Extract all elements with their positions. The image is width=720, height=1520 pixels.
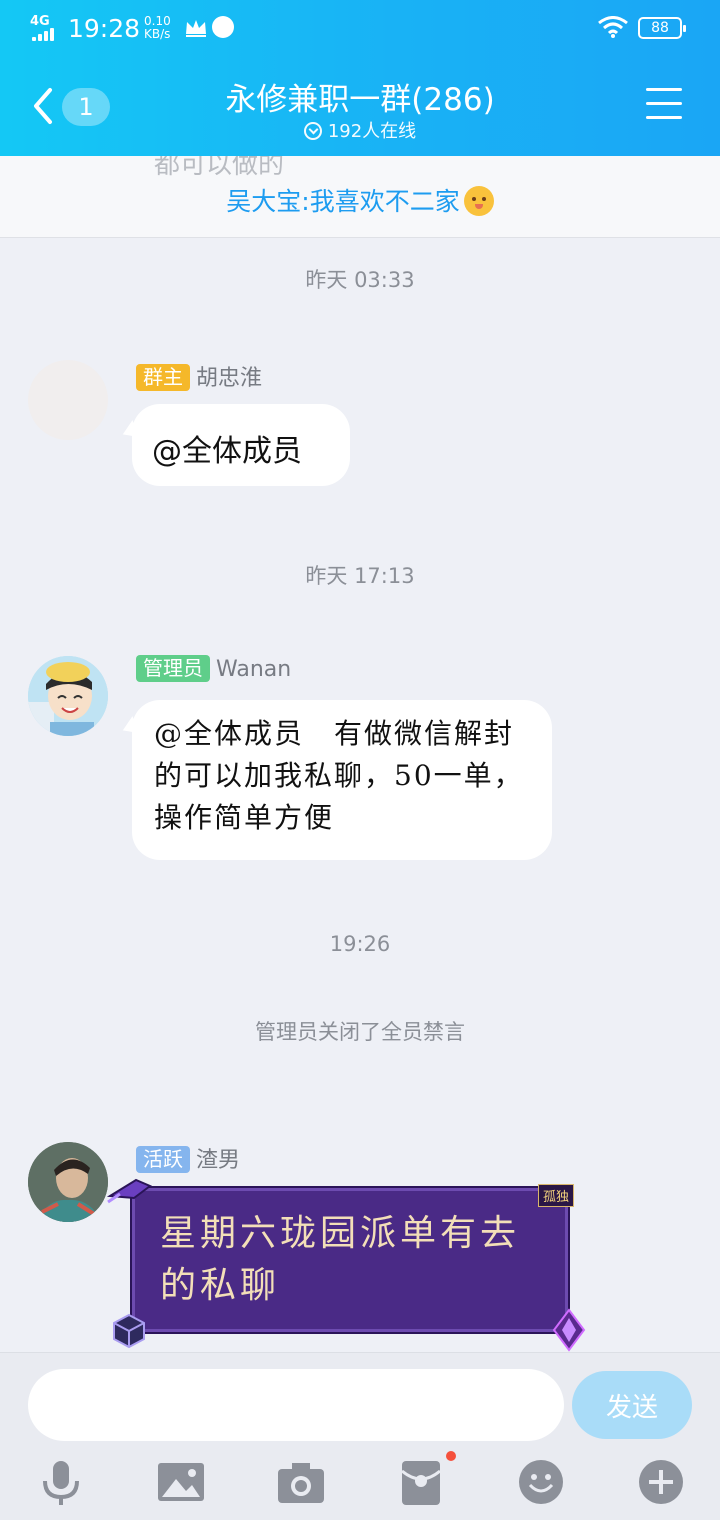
- chat-header: 4G 19:28 0.10 KB/s 88 1 永修兼职一群(286) 192人在…: [0, 0, 720, 156]
- bubble-frame-tag: 孤独: [537, 1184, 574, 1207]
- red-packet-icon[interactable]: [396, 1457, 446, 1507]
- chevron-down-icon: [303, 122, 322, 140]
- network-type: 4G: [30, 14, 50, 29]
- microphone-icon[interactable]: [36, 1457, 86, 1507]
- timestamp: 昨天 17:13: [305, 564, 415, 588]
- sender-line: 群主 胡忠淮: [136, 360, 262, 392]
- image-icon[interactable]: [156, 1457, 206, 1507]
- message-input[interactable]: [28, 1369, 564, 1441]
- network-speed: 0.10 KB/s: [144, 14, 171, 41]
- system-message: 管理员关闭了全员禁言: [255, 1020, 465, 1044]
- online-count-text: 192人在线: [327, 121, 417, 142]
- message-bubble[interactable]: @全体成员: [132, 404, 350, 486]
- sender-name[interactable]: 胡忠淮: [196, 366, 262, 391]
- group-title[interactable]: 永修兼职一群(286): [0, 74, 720, 119]
- timestamp: 19:26: [329, 932, 391, 956]
- sender-name[interactable]: Wanan: [216, 657, 291, 682]
- notice-text: 吴大宝:我喜欢不二家: [0, 182, 720, 218]
- pinned-notice[interactable]: 都可以做的 吴大宝:我喜欢不二家: [0, 156, 720, 238]
- send-button[interactable]: 发送: [572, 1371, 692, 1439]
- sender-name[interactable]: 渣男: [196, 1148, 240, 1173]
- app-notification-icon: [212, 16, 234, 38]
- status-bar: 4G 19:28 0.10 KB/s 88: [0, 10, 720, 46]
- role-badge-owner: 群主: [136, 364, 190, 391]
- avatar[interactable]: [28, 656, 108, 736]
- sender-line: 活跃 渣男: [136, 1142, 240, 1174]
- battery-icon: 88: [638, 17, 686, 39]
- message-text: 星期六珑园派单有去的私聊: [160, 1213, 521, 1306]
- styled-message-bubble[interactable]: 星期六珑园派单有去的私聊 孤独: [130, 1184, 574, 1334]
- signal-icon: [32, 28, 54, 41]
- emoji-icon: [463, 186, 494, 216]
- cube-icon: [113, 1313, 145, 1349]
- avatar[interactable]: [28, 360, 108, 440]
- plus-icon[interactable]: [636, 1457, 686, 1507]
- role-badge-active: 活跃: [136, 1146, 190, 1173]
- notice-previous-text: 都可以做的: [154, 156, 285, 180]
- menu-button[interactable]: [646, 88, 682, 122]
- camera-icon[interactable]: [276, 1457, 326, 1507]
- crown-icon: [184, 18, 208, 42]
- timestamp: 昨天 03:33: [305, 268, 415, 292]
- online-count[interactable]: 192人在线: [0, 117, 720, 143]
- crystal-icon: [552, 1308, 586, 1352]
- message-bubble[interactable]: @全体成员 有做微信解封的可以加我私聊，50一单，操作简单方便: [132, 700, 552, 860]
- wifi-icon: [598, 16, 628, 42]
- sender-line: 管理员 Wanan: [136, 655, 291, 682]
- avatar[interactable]: [28, 1142, 108, 1222]
- role-badge-admin: 管理员: [136, 655, 210, 682]
- rocket-icon: [106, 1178, 152, 1204]
- new-indicator-dot: [446, 1451, 456, 1461]
- composer-bar: 发送: [0, 1352, 720, 1520]
- emoji-icon[interactable]: [516, 1457, 566, 1507]
- status-time: 19:28: [68, 14, 141, 43]
